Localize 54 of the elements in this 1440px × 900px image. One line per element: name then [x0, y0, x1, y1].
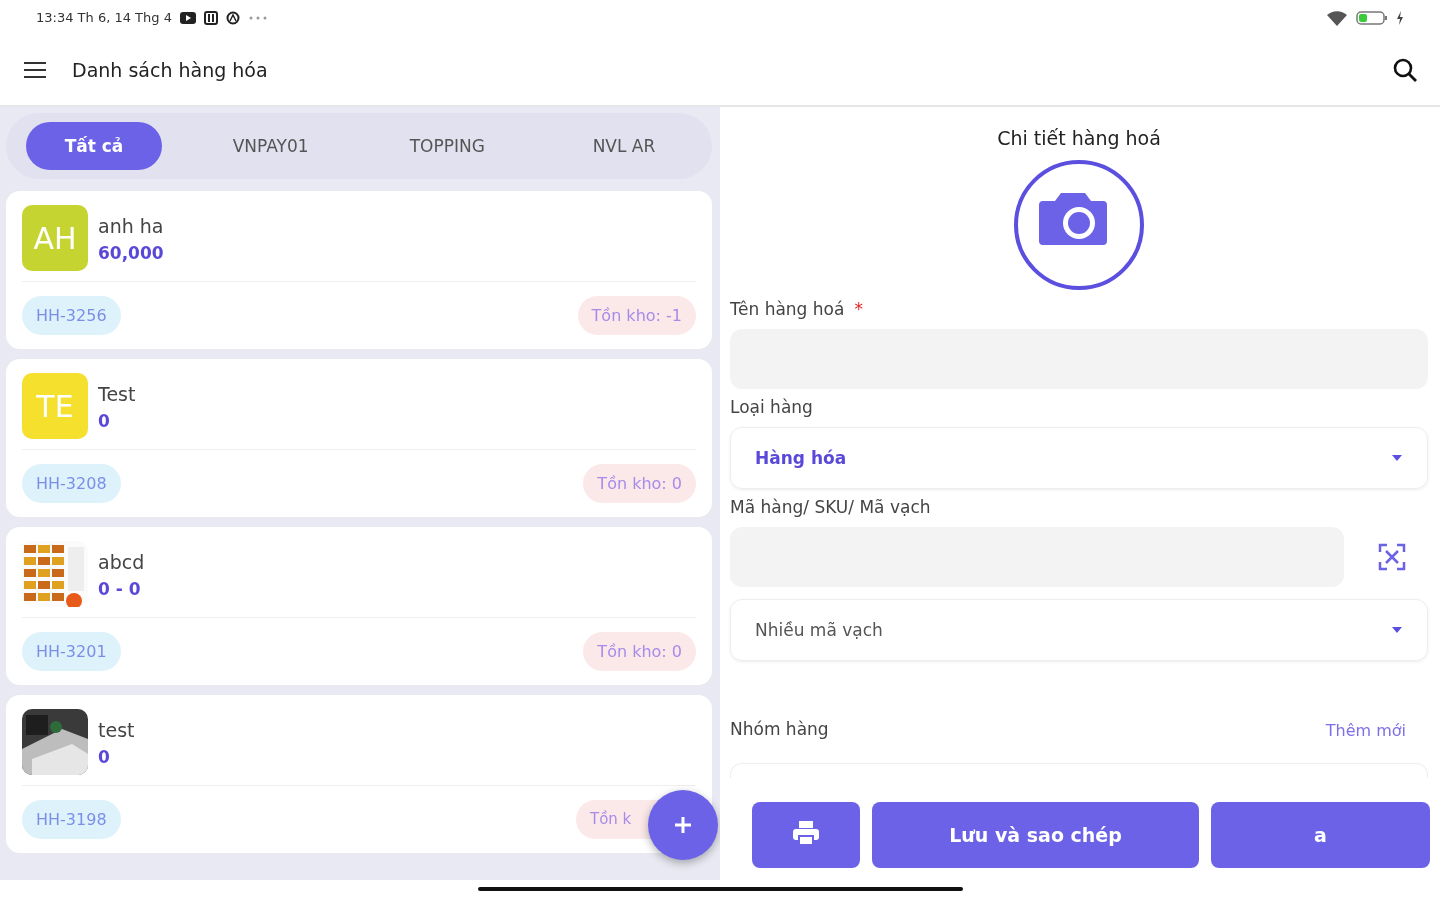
caret-icon — [1391, 454, 1403, 462]
plus-icon — [673, 815, 693, 835]
product-price: 0 - 0 — [98, 579, 142, 599]
product-card[interactable]: TE Test 0 HH-3208 Tồn kho: 0 — [6, 359, 712, 517]
product-avatar: AH — [22, 205, 88, 271]
search-icon[interactable] — [1392, 57, 1418, 83]
notification-icon — [203, 10, 218, 25]
field-label: Tên hàng hoá — [730, 299, 845, 319]
product-name: test — [98, 719, 135, 741]
barcode-dropdown[interactable]: Nhiều mã vạch — [730, 599, 1428, 661]
field-label: Loại hàng — [730, 397, 813, 417]
product-price: 0 — [98, 747, 111, 767]
required-mark: * — [854, 299, 863, 319]
menu-icon[interactable] — [22, 60, 48, 80]
product-card[interactable]: abcd 0 - 0 HH-3201 Tồn kho: 0 — [6, 527, 712, 685]
product-code: HH-3208 — [22, 464, 121, 503]
product-code: HH-3201 — [22, 632, 121, 671]
printer-icon — [792, 820, 820, 846]
notification-icon — [225, 10, 240, 25]
product-name: anh ha — [98, 215, 164, 237]
screen-title: Danh sách hàng hóa — [72, 59, 269, 81]
product-card[interactable]: AH anh ha 60,000 HH-3256 Tồn kho: -1 — [6, 191, 712, 349]
caret-icon — [1391, 626, 1403, 634]
product-name: abcd — [98, 551, 145, 573]
camera-icon[interactable] — [1013, 159, 1145, 291]
category-tab[interactable]: VNPAY01 — [202, 122, 339, 170]
category-tab[interactable]: Tất cả — [26, 122, 162, 170]
notification-icon — [179, 11, 196, 24]
category-tab[interactable]: TOPPING — [379, 122, 516, 170]
more-icon — [247, 14, 268, 21]
scan-icon[interactable] — [1378, 543, 1406, 571]
product-name: Test — [98, 383, 136, 405]
product-avatar: TE — [22, 373, 88, 439]
field-label: Mã hàng/ SKU/ Mã vạch — [730, 497, 931, 517]
status-time: 13:34 Th 6, 14 Thg 4 — [36, 10, 172, 25]
stock-badge: Tồn kho: -1 — [577, 296, 696, 335]
charging-icon — [1396, 10, 1404, 25]
stock-badge: Tồn kho: 0 — [583, 632, 696, 671]
print-button[interactable] — [752, 802, 860, 868]
panel-title: Chi tiết hàng hoá — [997, 127, 1161, 149]
product-code: HH-3256 — [22, 296, 121, 335]
wifi-icon — [1326, 9, 1348, 26]
save-copy-button[interactable]: Lưu và sao chép — [872, 802, 1199, 868]
save-button[interactable]: a — [1211, 802, 1430, 868]
product-price: 60,000 — [98, 243, 164, 263]
product-price: 0 — [98, 411, 111, 431]
battery-icon — [1356, 9, 1388, 26]
stock-badge: Tồn kho: 0 — [583, 464, 696, 503]
product-type-dropdown[interactable]: Hàng hóa — [730, 427, 1428, 489]
product-card[interactable]: test 0 HH-3198 Tồn k — [6, 695, 712, 853]
add-group-link[interactable]: Thêm mới — [1325, 720, 1406, 740]
product-code: HH-3198 — [22, 800, 121, 839]
category-tab[interactable]: NVL AR — [555, 122, 692, 170]
field-label: Nhóm hàng — [730, 719, 829, 739]
